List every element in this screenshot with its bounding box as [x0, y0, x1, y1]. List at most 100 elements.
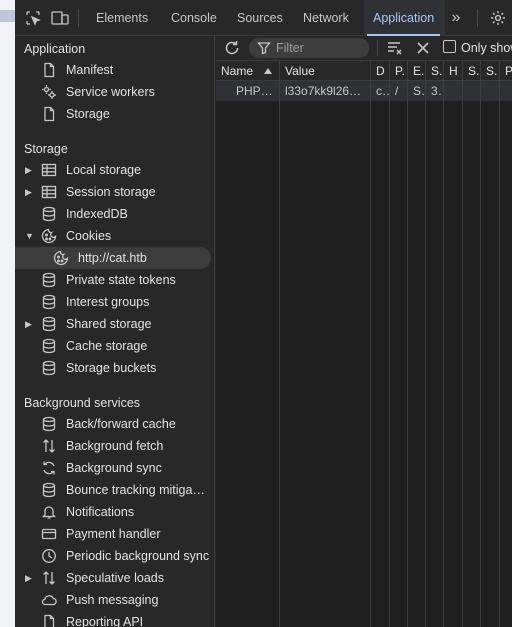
sidebar-item-interest-groups[interactable]: Interest groups [15, 291, 214, 313]
sidebar-item-label: Back/forward cache [66, 417, 176, 431]
sidebar-item-speculative-loads[interactable]: ▶ Speculative loads [15, 567, 214, 589]
toolbar-divider-right [477, 9, 478, 27]
column-divider [425, 101, 426, 627]
sidebar-item-cookies[interactable]: ▼ Cookies [15, 225, 214, 247]
sidebar-item-storage[interactable]: Storage [15, 103, 214, 125]
column-divider [462, 101, 463, 627]
sidebar-item-notifications[interactable]: Notifications [15, 501, 214, 523]
sidebar-item-push-messaging[interactable]: Push messaging [15, 589, 214, 611]
sidebar-item-background-sync[interactable]: Background sync [15, 457, 214, 479]
sidebar-item-manifest[interactable]: Manifest [15, 59, 214, 81]
column-header-size[interactable]: S. [426, 61, 444, 81]
sidebar-item-background-fetch[interactable]: Background fetch [15, 435, 214, 457]
sidebar-item-label: Payment handler [66, 527, 161, 541]
sidebar-item-label: Storage buckets [66, 361, 157, 375]
tab-network[interactable]: Network [303, 0, 349, 36]
sidebar-item-label: Local storage [66, 163, 142, 177]
sync-icon [41, 460, 57, 476]
cookies-panel: Only show Name Value D P. E. S. H S. S. … [216, 36, 512, 627]
devtools-panel: Elements Console Sources Network Applica… [15, 0, 512, 627]
sidebar-item-bounce-tracking[interactable]: Bounce tracking mitigat… [15, 479, 214, 501]
sidebar-item-label: http://cat.htb [78, 251, 147, 265]
sidebar-item-private-state-tokens[interactable]: Private state tokens [15, 269, 214, 291]
filter-input-container[interactable] [249, 38, 369, 58]
column-divider [370, 101, 371, 627]
sidebar-item-cookie-origin[interactable]: http://cat.htb [15, 247, 211, 269]
database-icon [41, 416, 57, 432]
sidebar-item-label: Private state tokens [66, 273, 176, 287]
inspect-element-icon[interactable] [24, 9, 42, 27]
sidebar-item-label: Background sync [66, 461, 162, 475]
expand-arrow-icon[interactable]: ▶ [25, 187, 35, 197]
sidebar-item-session-storage[interactable]: ▶ Session storage [15, 181, 214, 203]
sidebar-item-storage-buckets[interactable]: Storage buckets [15, 357, 214, 379]
expand-arrow-icon[interactable]: ▶ [25, 319, 35, 329]
cookies-table-header: Name Value D P. E. S. H S. S. P [216, 61, 512, 81]
cookie-icon [41, 228, 57, 244]
sidebar-item-label: Bounce tracking mitigat… [66, 483, 206, 497]
file-icon [41, 614, 57, 627]
only-show-label: Only show [461, 41, 512, 55]
sidebar-item-label: Background fetch [66, 439, 164, 453]
devtools-toolbar: Elements Console Sources Network Applica… [15, 0, 512, 36]
refresh-icon[interactable] [223, 39, 241, 57]
sidebar-item-label: Periodic background sync [66, 549, 210, 563]
clear-filtered-cookies-icon[interactable] [386, 39, 404, 57]
column-header-expires[interactable]: E. [408, 61, 426, 81]
clear-all-cookies-icon[interactable] [414, 39, 432, 57]
only-show-checkbox[interactable] [443, 40, 456, 53]
sidebar-item-cache-storage[interactable]: Cache storage [15, 335, 214, 357]
expand-arrow-icon[interactable]: ▶ [25, 165, 35, 175]
database-icon [41, 360, 57, 376]
cookie-size-cell: 3… [426, 81, 444, 101]
sidebar-item-label: Storage [66, 107, 110, 121]
section-title-application: Application [24, 42, 86, 56]
sidebar-item-label: Cache storage [66, 339, 148, 353]
settings-gear-icon[interactable] [489, 9, 507, 27]
expand-arrow-icon[interactable]: ▶ [25, 573, 35, 583]
column-header-value[interactable]: Value [280, 61, 371, 81]
column-header-path[interactable]: P. [390, 61, 408, 81]
cookie-secure-cell [463, 81, 481, 101]
collapse-arrow-icon[interactable]: ▼ [25, 231, 35, 241]
sidebar-item-label: Notifications [66, 505, 135, 519]
sidebar-item-service-workers[interactable]: Service workers [15, 81, 214, 103]
tab-console[interactable]: Console [171, 0, 217, 36]
sidebar-item-back-forward-cache[interactable]: Back/forward cache [15, 413, 214, 435]
sidebar-item-indexeddb[interactable]: IndexedDB [15, 203, 214, 225]
bell-icon [41, 504, 57, 520]
sidebar-item-label: Push messaging [66, 593, 159, 607]
database-icon [41, 294, 57, 310]
tab-application[interactable]: Application [366, 0, 441, 36]
tab-sources[interactable]: Sources [237, 0, 283, 36]
database-icon [41, 482, 57, 498]
more-tabs-icon[interactable]: » [447, 9, 465, 27]
column-header-httponly[interactable]: H [444, 61, 463, 81]
cookies-toolbar: Only show [216, 36, 512, 61]
sidebar-item-periodic-background-sync[interactable]: Periodic background sync [15, 545, 214, 567]
column-header-domain[interactable]: D [371, 61, 390, 81]
cookie-icon [53, 250, 69, 266]
sidebar-item-label: Manifest [66, 63, 114, 77]
sidebar-item-label: Session storage [66, 185, 156, 199]
column-header-samesite[interactable]: S. [481, 61, 500, 81]
toolbar-divider [377, 40, 378, 56]
sidebar-item-shared-storage[interactable]: ▶ Shared storage [15, 313, 214, 335]
gears-icon [41, 84, 57, 100]
sidebar-item-payment-handler[interactable]: Payment handler [15, 523, 214, 545]
sidebar-item-reporting-api[interactable]: Reporting API [15, 611, 214, 627]
table-row[interactable]: PHP… l33o7kk9l26… c… / S… 3… [216, 81, 512, 101]
sidebar-item-local-storage[interactable]: ▶ Local storage [15, 159, 214, 181]
column-divider [480, 101, 481, 627]
column-header-partition[interactable]: P [500, 61, 512, 81]
sort-ascending-icon [264, 68, 272, 74]
file-icon [41, 62, 57, 78]
device-toolbar-icon[interactable] [51, 9, 69, 27]
table-icon [41, 162, 57, 178]
filter-input[interactable] [276, 40, 364, 56]
cookie-path-cell: / [390, 81, 408, 101]
tab-elements[interactable]: Elements [96, 0, 148, 36]
sidebar-item-label: Service workers [66, 85, 155, 99]
database-icon [41, 206, 57, 222]
column-header-secure[interactable]: S. [463, 61, 481, 81]
